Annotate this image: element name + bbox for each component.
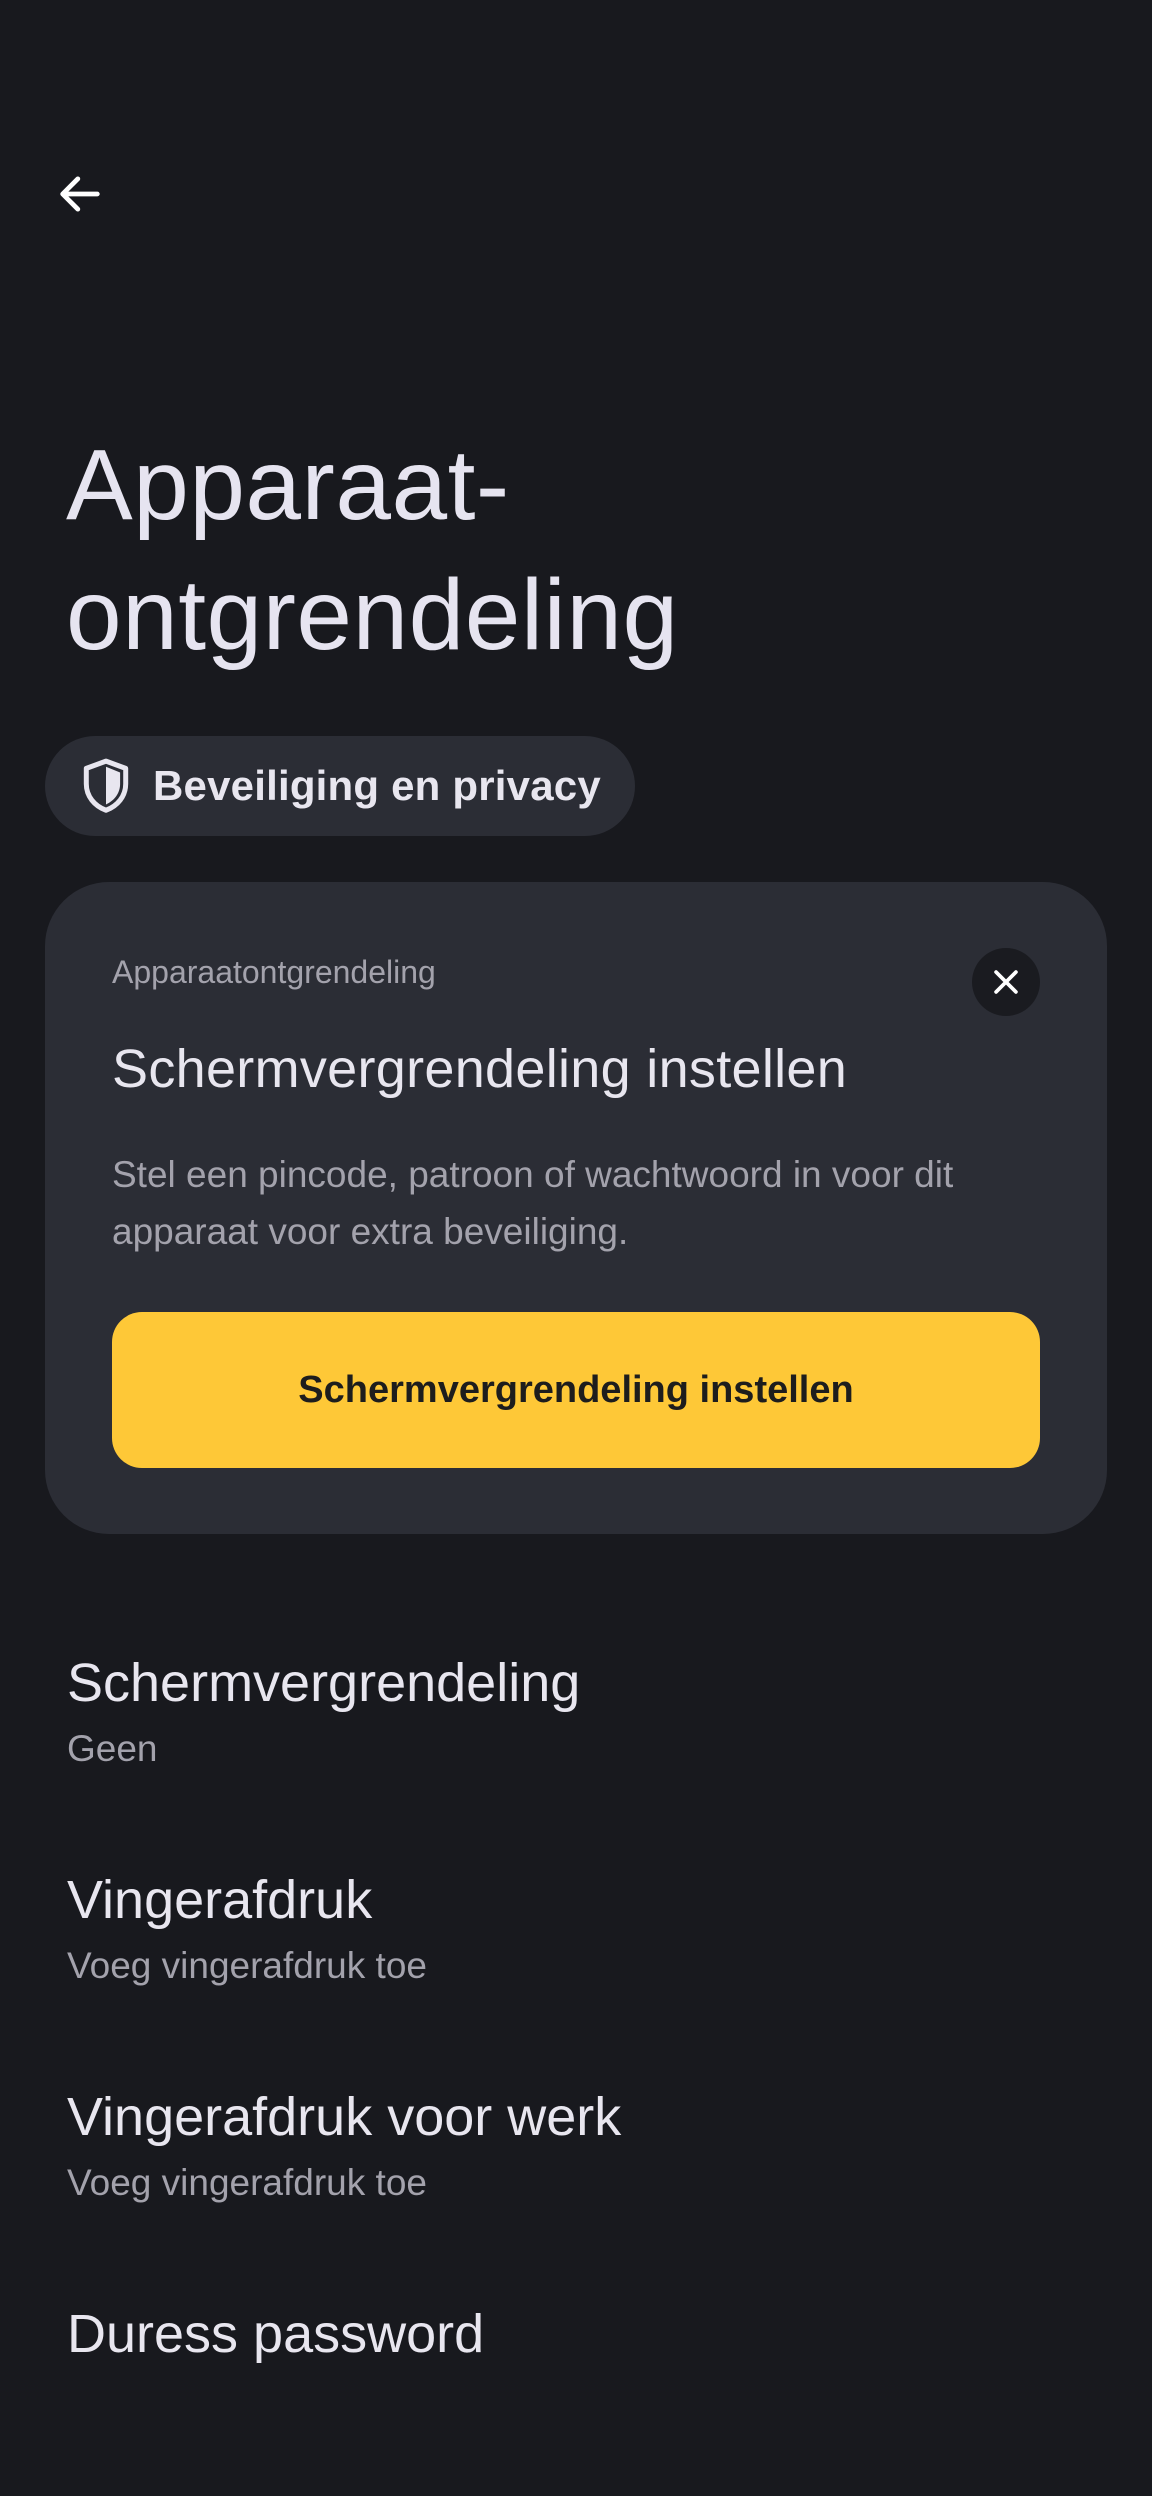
page-title-line-1: Apparaat- — [66, 429, 510, 541]
settings-item-title: Schermvergrendeling — [67, 1653, 581, 1713]
settings-item-subtitle: Geen — [67, 1728, 158, 1769]
breadcrumb-chip-security-privacy[interactable]: Beveiliging en privacy — [45, 736, 635, 836]
settings-item-subtitle: Voeg vingerafdruk toe — [67, 1945, 427, 1986]
settings-item-work-fingerprint[interactable]: Vingerafdruk voor werk Voeg vingerafdruk… — [0, 2044, 1152, 2261]
settings-item-duress-password[interactable]: Duress password — [0, 2261, 1152, 2478]
settings-item-subtitle: Voeg vingerafdruk toe — [67, 2162, 427, 2203]
dismiss-card-button[interactable] — [972, 948, 1040, 1016]
settings-item-title: Vingerafdruk voor werk — [67, 2087, 622, 2147]
page-title-line-2: ontgrendeling — [66, 559, 679, 671]
page-title: Apparaat- ontgrendeling — [66, 420, 1086, 680]
set-screen-lock-button[interactable]: Schermvergrendeling instellen — [112, 1312, 1040, 1468]
chip-label: Beveiliging en privacy — [153, 762, 601, 809]
settings-item-title: Duress password — [67, 2304, 485, 2364]
settings-item-fingerprint[interactable]: Vingerafdruk Voeg vingerafdruk toe — [0, 1827, 1152, 2044]
card-eyebrow: Apparaatontgrendeling — [112, 954, 436, 990]
screen: Apparaat- ontgrendeling Beveiliging en p… — [0, 0, 1152, 2496]
settings-item-title: Vingerafdruk — [67, 1870, 373, 1930]
settings-item-screen-lock[interactable]: Schermvergrendeling Geen — [0, 1610, 1152, 1827]
settings-list: Schermvergrendeling Geen Vingerafdruk Vo… — [0, 1610, 1152, 2478]
card-description: Stel een pincode, patroon of wachtwoord … — [112, 1154, 954, 1252]
shield-icon — [83, 758, 129, 813]
back-button[interactable] — [40, 154, 120, 234]
setup-suggestion-card: Apparaatontgrendeling Schermvergrendelin… — [45, 882, 1107, 1534]
close-icon — [994, 970, 1018, 994]
arrow-left-icon — [60, 176, 100, 212]
card-title: Schermvergrendeling instellen — [112, 1039, 848, 1099]
